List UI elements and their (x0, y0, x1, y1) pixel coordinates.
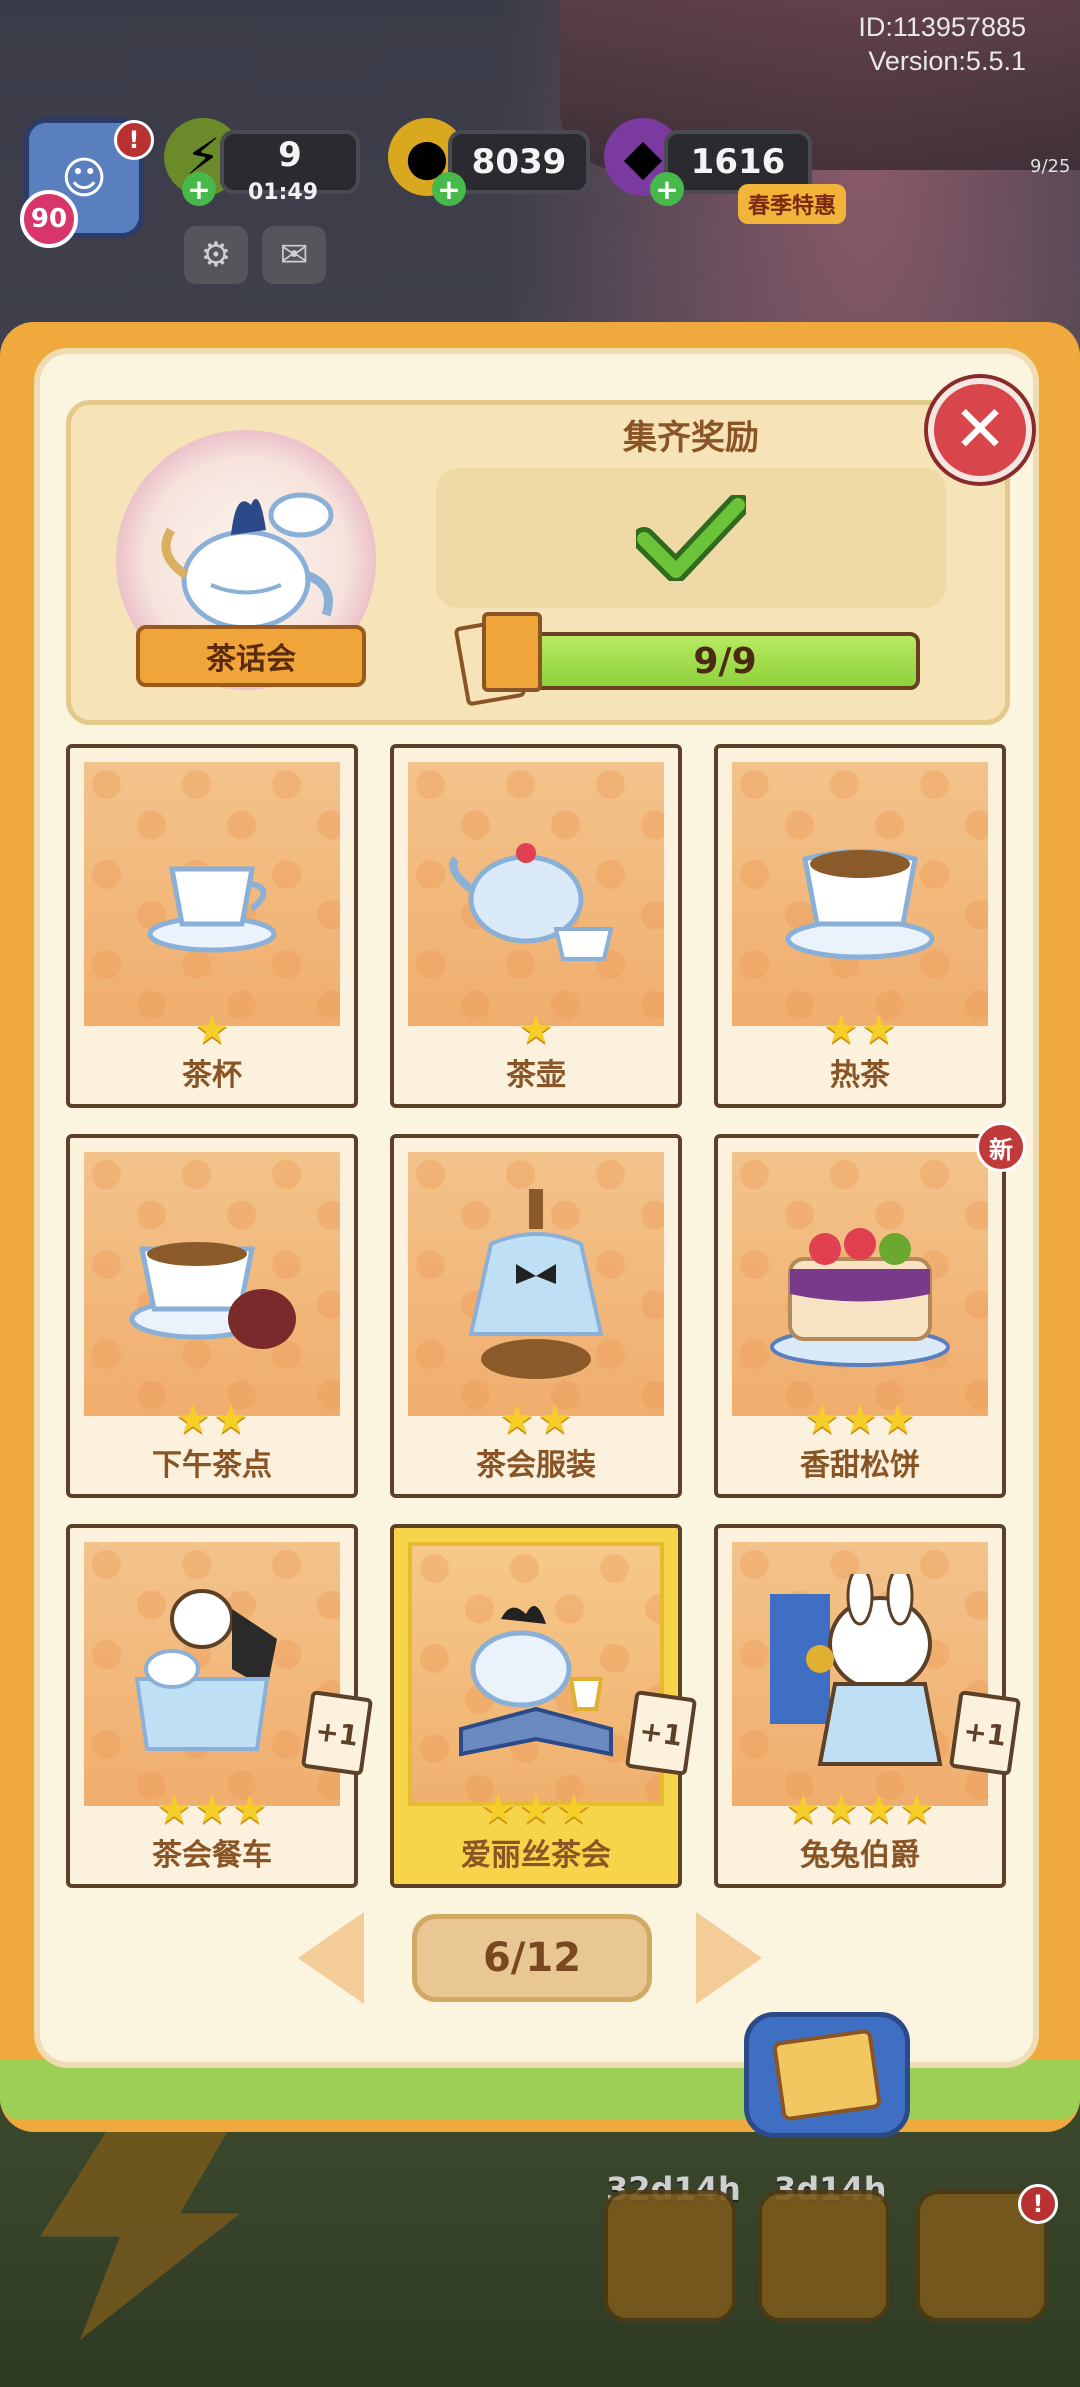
avatar-alert-icon: ! (114, 120, 154, 160)
event-gift-button[interactable] (604, 2190, 736, 2322)
cards-stack-icon (453, 612, 548, 707)
star-icon: ★ (518, 1787, 554, 1833)
card-artwork (732, 1152, 988, 1416)
plus-one-card-icon: +1 (948, 1690, 1022, 1776)
page-indicator: 6/12 (412, 1914, 652, 2002)
checkmark-icon (636, 495, 746, 581)
card-star-rating: ★ ★ (718, 1010, 1002, 1050)
card-star-rating: ★ ★ ★ (718, 1400, 1002, 1440)
star-icon: ★ (537, 1397, 573, 1443)
star-icon: ★ (194, 1007, 230, 1053)
add-coins-button[interactable]: + (432, 172, 466, 206)
star-icon: ★ (499, 1397, 535, 1443)
card-artwork (408, 762, 664, 1026)
card-name: 兔兔伯爵 (800, 1838, 920, 1873)
card-star-rating: ★ ★ ★ (70, 1790, 354, 1830)
card-name: 茶杯 (182, 1058, 242, 1093)
album-card[interactable]: ★ ★ 茶会服装 (390, 1134, 682, 1498)
card-name: 茶会服装 (476, 1448, 596, 1483)
season-sale-button[interactable]: 春季特惠 (738, 184, 847, 224)
album-card[interactable]: ★ ★ ★ 香甜松饼 (714, 1134, 1006, 1498)
coin-counter: 8039 (448, 130, 590, 194)
version-text: Version:5.5.1 (868, 46, 1026, 76)
star-icon: ★ (823, 1787, 859, 1833)
star-icon: ★ (785, 1787, 822, 1833)
plus-one-card-icon: +1 (300, 1690, 374, 1776)
collection-progress-bar: 9/9 (530, 632, 920, 690)
account-info: ID:113957885 Version:5.5.1 (858, 10, 1026, 78)
card-name: 下午茶点 (152, 1448, 272, 1483)
star-icon: ★ (898, 1787, 935, 1833)
star-icon: ★ (804, 1397, 841, 1443)
progress-text: 9/9 (693, 640, 757, 682)
card-artwork (732, 762, 988, 1026)
star-icon: ★ (861, 1787, 897, 1833)
friends-alert-icon: ! (1018, 2184, 1058, 2224)
album-card[interactable]: ★ ★ 下午茶点 (66, 1134, 358, 1498)
album-card[interactable]: ★ 茶杯 (66, 744, 358, 1108)
plus-one-card-icon: +1 (624, 1690, 698, 1776)
star-icon: ★ (879, 1397, 916, 1443)
star-icon: ★ (213, 1397, 249, 1443)
close-button[interactable]: ✕ (928, 378, 1032, 482)
new-badge: 新 (976, 1122, 1026, 1172)
card-artwork (408, 1542, 664, 1806)
star-icon: ★ (231, 1787, 268, 1833)
mail-icon[interactable]: ✉ (262, 226, 326, 284)
card-star-rating: ★ ★ ★ (394, 1790, 678, 1830)
card-star-rating: ★ ★ (394, 1400, 678, 1440)
star-icon: ★ (175, 1397, 211, 1443)
gem-value: 1616 (690, 142, 786, 182)
album-card[interactable]: ★ ★ ★ 茶会餐车 +1 (66, 1524, 374, 1888)
settings-gear-icon[interactable]: ⚙ (184, 226, 248, 284)
card-artwork (84, 1542, 340, 1806)
star-icon: ★ (861, 1007, 897, 1053)
star-icon: ★ (480, 1787, 517, 1833)
album-book-spine (0, 2060, 1080, 2120)
star-icon: ★ (518, 1007, 554, 1053)
card-star-rating: ★ ★ (70, 1400, 354, 1440)
add-gems-button[interactable]: + (650, 172, 684, 206)
album-name-ribbon: 茶话会 (136, 625, 366, 687)
album-card[interactable]: ★ ★ ★ ★ 兔兔伯爵 +1 (714, 1524, 1022, 1888)
star-icon: ★ (194, 1787, 230, 1833)
completion-reward-slot (436, 468, 946, 608)
card-artwork (732, 1542, 988, 1806)
album-card[interactable]: ★ ★ 热茶 (714, 744, 1006, 1108)
card-name: 茶壶 (506, 1058, 566, 1093)
card-name: 香甜松饼 (800, 1448, 920, 1483)
star-icon: ★ (842, 1397, 878, 1443)
star-icon: ★ (555, 1787, 592, 1833)
card-artwork (408, 1152, 664, 1416)
card-artwork (84, 1152, 340, 1416)
completion-reward-title: 集齐奖励 (623, 418, 759, 458)
star-icon: ★ (823, 1007, 859, 1053)
card-star-rating: ★ ★ ★ ★ (718, 1790, 1002, 1830)
side-counter: 9/25 (1030, 156, 1071, 177)
level-badge: 90 (20, 190, 78, 248)
card-star-rating: ★ (394, 1010, 678, 1050)
energy-timer: 01:49 (248, 180, 319, 205)
card-artwork (84, 762, 340, 1026)
album-collection-button[interactable] (744, 2012, 910, 2138)
card-name: 爱丽丝茶会 (461, 1838, 611, 1873)
teapot-emblem-icon (161, 492, 334, 631)
event-card-button[interactable] (758, 2190, 890, 2322)
star-icon: ★ (156, 1787, 193, 1833)
album-card[interactable]: ★ ★ ★ 爱丽丝茶会 +1 (390, 1524, 698, 1888)
energy-value: 9 (278, 135, 302, 175)
coin-value: 8039 (471, 142, 567, 182)
card-name: 茶会餐车 (152, 1838, 272, 1873)
album-card[interactable]: ★ 茶壶 (390, 744, 682, 1108)
user-id-text: ID:113957885 (858, 12, 1026, 42)
card-name: 热茶 (830, 1058, 890, 1093)
add-energy-button[interactable]: + (182, 172, 216, 206)
card-pack-icon (771, 2028, 883, 2122)
card-star-rating: ★ (70, 1010, 354, 1050)
